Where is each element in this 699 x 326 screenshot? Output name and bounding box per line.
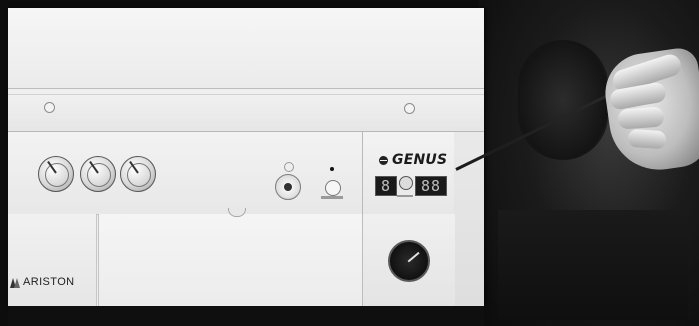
finger-shape: [627, 128, 667, 150]
button-caption-mark: [321, 196, 343, 199]
mode-selector-knob[interactable]: [38, 156, 78, 196]
screw-icon: [44, 102, 55, 113]
hot-water-temperature-knob[interactable]: [120, 156, 160, 196]
reset-button[interactable]: [275, 174, 301, 200]
screw-icon: [404, 103, 415, 114]
heating-temperature-knob[interactable]: [80, 156, 120, 196]
finger-shape: [617, 106, 665, 130]
photo-scene: GENUS 8 88 ARISTON: [0, 0, 699, 326]
genus-emblem-icon: [379, 155, 388, 165]
model-brand: GENUS: [379, 152, 447, 168]
display-selector-icon[interactable]: [399, 176, 413, 190]
gauge-panel: [362, 214, 455, 306]
maker-logo-text: ARISTON: [23, 276, 75, 288]
knob-dial-icon: [120, 156, 156, 192]
boiler-unit: GENUS 8 88 ARISTON: [8, 8, 484, 306]
ariston-logo: ARISTON: [10, 276, 75, 288]
secondary-button[interactable]: [325, 180, 341, 196]
lower-left-panel: ARISTON: [8, 214, 97, 306]
model-name: GENUS: [392, 152, 448, 168]
left-digit-display: 8: [375, 176, 397, 196]
indicator-led-icon: [330, 167, 334, 171]
knob-dial-icon: [80, 156, 116, 192]
right-digit-display: 88: [415, 176, 447, 196]
boiler-top-cover: [8, 8, 484, 89]
boiler-top-strip: [8, 94, 484, 132]
knob-dial-icon: [38, 156, 74, 192]
ariston-mark-icon: [10, 277, 21, 288]
display-caption-mark: [397, 195, 413, 197]
reset-symbol-icon: [284, 162, 294, 172]
display-module: GENUS 8 88: [362, 132, 456, 214]
lower-access-door[interactable]: [98, 214, 363, 306]
pressure-gauge-icon: [388, 240, 430, 282]
boiler-base-shadow: [8, 306, 484, 326]
